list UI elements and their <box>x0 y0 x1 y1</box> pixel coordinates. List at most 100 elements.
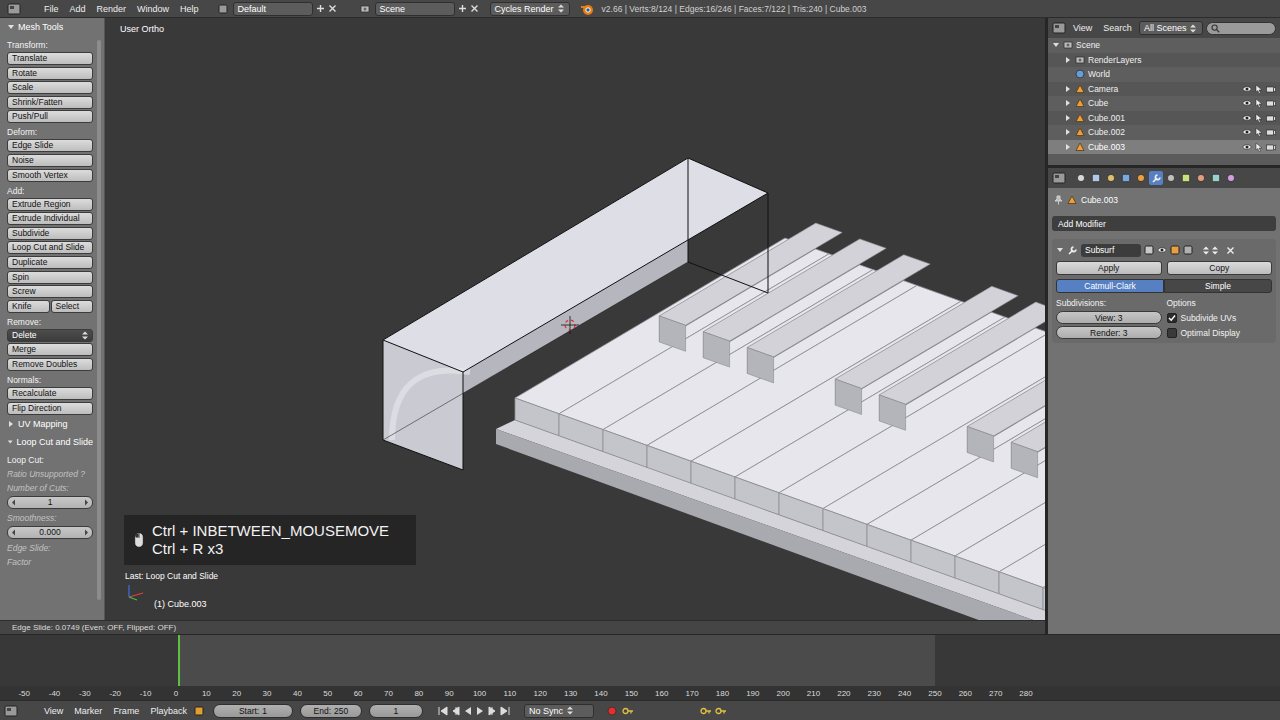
current-frame-field[interactable]: 1 <box>369 704 423 718</box>
selectable-cursor-icon[interactable] <box>1255 113 1263 123</box>
outliner-row[interactable]: Camera <box>1048 82 1280 97</box>
subdivision-field[interactable]: Render: 3 <box>1056 326 1162 339</box>
expand-toggle-icon[interactable] <box>1064 99 1072 107</box>
selectable-cursor-icon[interactable] <box>1255 127 1263 137</box>
tool-menu-button[interactable]: Delete <box>7 329 93 342</box>
outliner-row[interactable]: Cube <box>1048 96 1280 111</box>
renderable-camera-icon[interactable] <box>1266 85 1276 93</box>
menu-item[interactable]: Search <box>1099 23 1136 33</box>
menu-item[interactable]: View <box>1069 23 1096 33</box>
tool-button[interactable]: Smooth Vertex <box>7 169 93 182</box>
preview-range-icon[interactable] <box>194 706 204 716</box>
layout-field[interactable]: Default <box>233 2 313 16</box>
subdivision-type-option[interactable]: Catmull-Clark <box>1056 279 1164 293</box>
tool-button[interactable]: Shrink/Fatten <box>7 96 93 109</box>
sync-mode-dropdown[interactable]: No Sync <box>524 704 594 718</box>
visibility-eye-icon[interactable] <box>1157 246 1167 254</box>
menu-item[interactable]: Window <box>133 4 173 14</box>
visibility-eye-icon[interactable] <box>1242 114 1252 122</box>
tool-button[interactable]: Extrude Individual <box>7 212 93 225</box>
visibility-eye-icon[interactable] <box>1242 128 1252 136</box>
panel-toggle-icon[interactable] <box>7 438 13 446</box>
modifier-name-field[interactable]: Subsurf <box>1081 244 1141 257</box>
editor-type-icon[interactable] <box>4 705 18 717</box>
add-modifier-dropdown[interactable]: Add Modifier <box>1052 216 1276 231</box>
selectable-cursor-icon[interactable] <box>1255 98 1263 108</box>
menu-item[interactable]: Add <box>66 4 90 14</box>
selectable-cursor-icon[interactable] <box>1255 142 1263 152</box>
editor-type-icon[interactable] <box>1052 172 1066 184</box>
collapse-toggle-icon[interactable] <box>1056 246 1064 254</box>
context-tab[interactable] <box>1104 171 1118 185</box>
decrement-arrow-icon[interactable] <box>11 529 16 536</box>
tool-button[interactable]: Flip Direction <box>7 402 93 415</box>
white-key[interactable] <box>1043 428 1045 620</box>
add-scene-icon[interactable] <box>458 4 467 13</box>
panel-toggle-icon[interactable] <box>7 420 15 428</box>
render-toggle-icon[interactable] <box>1144 245 1154 255</box>
visibility-eye-icon[interactable] <box>1242 85 1252 93</box>
tool-button[interactable]: Loop Cut and Slide <box>7 241 93 254</box>
render-engine-dropdown[interactable]: Cycles Render <box>490 2 570 16</box>
visibility-eye-icon[interactable] <box>1242 143 1252 151</box>
menu-item[interactable]: Render <box>93 4 131 14</box>
apply-button[interactable]: Apply <box>1056 261 1162 275</box>
black-key[interactable] <box>1011 350 1045 478</box>
context-tab[interactable] <box>1149 171 1163 185</box>
timeline[interactable]: -50-40-30-20-100102030405060708090100110… <box>0 634 1280 700</box>
context-tab[interactable] <box>1134 171 1148 185</box>
tool-button[interactable]: Duplicate <box>7 256 93 269</box>
start-frame-field[interactable]: Start:1 <box>213 704 293 718</box>
operator-panel-header[interactable]: Loop Cut and Slide <box>7 433 93 451</box>
tool-button[interactable]: Screw <box>7 285 93 298</box>
outliner-row[interactable]: Scene <box>1048 38 1280 53</box>
add-layout-icon[interactable] <box>316 4 325 13</box>
context-tab[interactable] <box>1179 171 1193 185</box>
outliner-search[interactable] <box>1206 22 1276 35</box>
tool-button[interactable]: Noise <box>7 154 93 167</box>
outliner-row[interactable]: RenderLayers <box>1048 53 1280 68</box>
outliner-row[interactable]: World <box>1048 67 1280 82</box>
end-frame-field[interactable]: End:250 <box>300 704 362 718</box>
menu-item[interactable]: View <box>40 706 67 716</box>
number-field[interactable]: 1 <box>7 496 93 509</box>
increment-arrow-icon[interactable] <box>84 499 89 506</box>
delete-keyframe-icon[interactable] <box>715 706 727 716</box>
expand-toggle-icon[interactable] <box>1064 128 1072 136</box>
context-tab[interactable] <box>1074 171 1088 185</box>
menu-item[interactable]: Frame <box>109 706 143 716</box>
visibility-eye-icon[interactable] <box>1242 99 1252 107</box>
expand-toggle-icon[interactable] <box>1064 114 1072 122</box>
context-tab[interactable] <box>1209 171 1223 185</box>
tool-button[interactable]: Spin <box>7 271 93 284</box>
expand-toggle-icon[interactable] <box>1052 41 1060 49</box>
context-tab[interactable] <box>1089 171 1103 185</box>
keying-set-icon[interactable] <box>622 706 634 716</box>
menu-item[interactable]: Playback <box>146 706 191 716</box>
remove-scene-icon[interactable] <box>470 4 479 13</box>
copy-button[interactable]: Copy <box>1167 261 1273 275</box>
renderable-camera-icon[interactable] <box>1266 128 1276 136</box>
subdivision-field[interactable]: View: 3 <box>1056 311 1162 324</box>
display-mode-dropdown[interactable]: All Scenes <box>1139 21 1203 35</box>
editor-type-icon[interactable] <box>1052 22 1066 34</box>
expand-toggle-icon[interactable] <box>1064 85 1072 93</box>
screen-layout-icon[interactable] <box>218 4 228 14</box>
tool-button[interactable]: Scale <box>7 81 93 94</box>
insert-keyframe-icon[interactable] <box>700 706 712 716</box>
3d-viewport[interactable]: User OrthoCtrl + INBETWEEN_MOUSEMOVECtrl… <box>105 18 1045 620</box>
tool-button[interactable]: Remove Doubles <box>7 358 93 371</box>
increment-arrow-icon[interactable] <box>84 529 89 536</box>
tool-button[interactable]: Merge <box>7 343 93 356</box>
tool-button[interactable]: Rotate <box>7 67 93 80</box>
context-tab[interactable] <box>1164 171 1178 185</box>
editmode-toggle-icon[interactable] <box>1170 245 1180 255</box>
mesh-tools-panel-header[interactable]: Mesh Tools <box>7 18 93 36</box>
shelf-scrollbar[interactable] <box>97 40 101 600</box>
expand-toggle-icon[interactable] <box>1064 56 1072 64</box>
tool-button[interactable]: Push/Pull <box>7 110 93 123</box>
tool-button[interactable]: Edge Slide <box>7 139 93 152</box>
remove-layout-icon[interactable] <box>328 4 337 13</box>
decrement-arrow-icon[interactable] <box>11 499 16 506</box>
tool-button[interactable]: Subdivide <box>7 227 93 240</box>
